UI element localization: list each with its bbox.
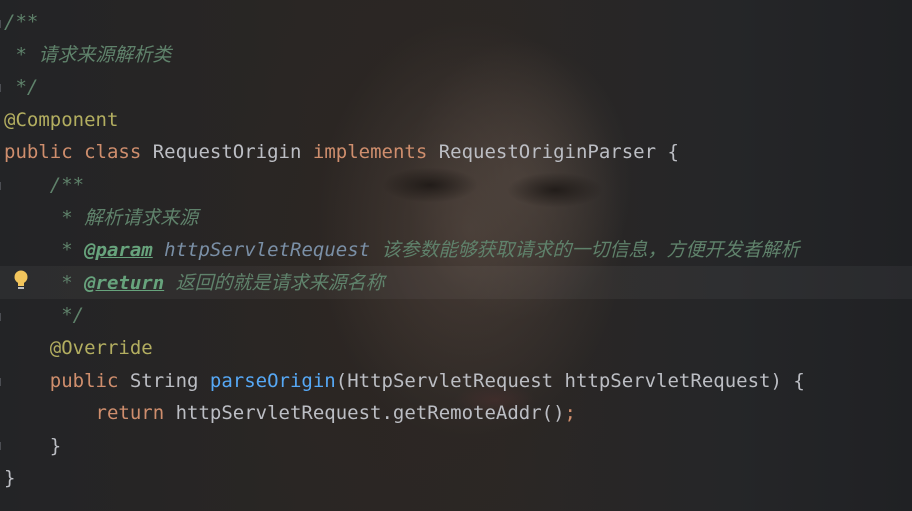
code-line[interactable]: * 请求来源解析类 (4, 39, 805, 72)
code-token: @param (84, 239, 153, 262)
code-token: (HttpServletRequest httpServletRequest) … (335, 369, 805, 392)
code-line[interactable]: return httpServletRequest.getRemoteAddr(… (4, 397, 805, 430)
code-token: */ (4, 76, 39, 99)
code-token: 该参数能够获取请求的一切信息，方便开发者解析 (381, 239, 800, 262)
code-token: * (4, 43, 39, 66)
code-token: class (84, 141, 153, 164)
code-token: httpServletRequest.getRemoteAddr() (175, 402, 565, 425)
code-line[interactable]: * @return 返回的就是请求来源名称 (4, 267, 805, 300)
code-token: 返回的就是请求来源名称 (175, 271, 385, 294)
code-line[interactable]: } (4, 430, 805, 463)
code-token: httpServletRequest (152, 239, 382, 262)
code-line[interactable]: @Component (4, 104, 805, 137)
code-line[interactable]: /** (4, 6, 805, 39)
code-line[interactable]: * @param httpServletRequest 该参数能够获取请求的一切… (4, 234, 805, 267)
code-line[interactable]: * 解析请求来源 (4, 202, 805, 235)
code-token: @Override (49, 336, 153, 359)
code-token: * (49, 239, 85, 262)
code-token: */ (49, 304, 85, 327)
code-token: 请求来源解析类 (38, 43, 172, 66)
code-token: RequestOrigin (152, 141, 313, 164)
code-line[interactable]: */ (4, 71, 805, 104)
code-token: ; (564, 402, 576, 425)
code-line[interactable]: @Override (4, 332, 805, 365)
code-line[interactable]: public class RequestOrigin implements Re… (4, 136, 805, 169)
code-line[interactable]: } (4, 462, 805, 495)
code-token: String (129, 369, 210, 392)
code-token: @Component (4, 108, 119, 131)
code-token: implements (312, 141, 439, 164)
code-token: } (4, 467, 16, 490)
code-token: @return (84, 271, 165, 294)
code-token: * (49, 271, 85, 294)
code-token: } (49, 434, 62, 457)
code-line[interactable]: */ (4, 299, 805, 332)
code-token: /** (49, 173, 85, 196)
code-line[interactable]: public String parseOrigin(HttpServletReq… (4, 365, 805, 398)
code-line[interactable]: /** (4, 169, 805, 202)
code-token: RequestOriginParser { (438, 141, 679, 164)
code-editor[interactable]: /** * 请求来源解析类 */ @Component public class R… (0, 0, 912, 511)
code-token: public (4, 141, 85, 164)
code-content[interactable]: /** * 请求来源解析类 */ @Component public class R… (4, 6, 805, 495)
code-token: return (95, 402, 176, 425)
code-token: public (49, 369, 130, 392)
code-token: 解析请求来源 (84, 206, 199, 229)
code-token: * (49, 206, 85, 229)
code-token: /** (4, 11, 39, 33)
code-token: parseOrigin (209, 369, 336, 392)
